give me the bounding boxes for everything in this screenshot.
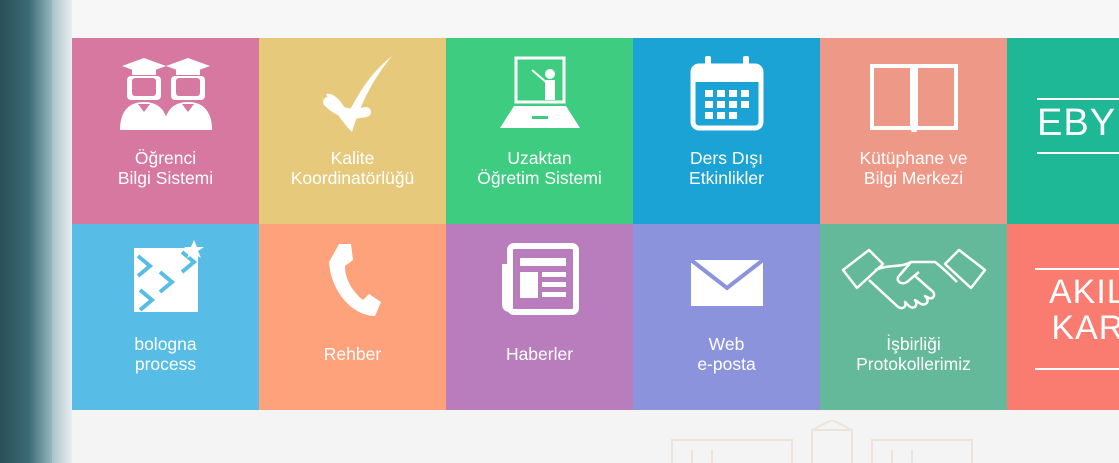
ebys-icon: EBY [1007, 38, 1119, 224]
tile-label-line: bologna [134, 334, 197, 354]
tile-ebys[interactable]: EBY [1007, 38, 1119, 224]
tile-kutuphane[interactable]: Kütüphane ve Bilgi Merkezi [820, 38, 1007, 224]
tile-label-line: Ders Dışı [690, 148, 763, 168]
tile-label-line: Uzaktan [507, 148, 572, 168]
teacher-board-icon [446, 52, 633, 136]
tile-akil-kar[interactable]: AKIL KAR [1007, 224, 1119, 410]
tile-rehber[interactable]: Rehber [259, 224, 446, 410]
tile-ders-disi-etkinlikler[interactable]: Ders Dışı Etkinlikler [633, 38, 820, 224]
ebys-text: EBY [1037, 102, 1117, 144]
newspaper-icon [446, 238, 633, 322]
tile-label-line: Kütüphane ve [859, 148, 968, 168]
book-icon [820, 52, 1007, 136]
left-shadow-edge [52, 0, 72, 463]
checkmark-icon [259, 52, 446, 136]
phone-icon [259, 238, 446, 322]
tile-uzaktan-ogretim[interactable]: Uzaktan Öğretim Sistemi [446, 38, 633, 224]
tile-label-line: Öğretim Sistemi [477, 168, 602, 188]
tile-label-line: e-posta [697, 354, 756, 374]
tile-kalite-koordinatorlugu[interactable]: Kalite Koordinatörlüğü [259, 38, 446, 224]
tile-label-line: Öğrenci [134, 148, 197, 168]
quick-links-grid: Öğrenci Bilgi Sistemi Kalite Koordinatör… [72, 38, 1119, 410]
main-content: Öğrenci Bilgi Sistemi Kalite Koordinatör… [72, 0, 1119, 463]
akil-icon: AKIL KAR [1007, 224, 1119, 410]
bologna-icon [72, 238, 259, 322]
tile-label-line: Bilgi Merkezi [863, 168, 964, 188]
calendar-icon [633, 52, 820, 136]
graduates-icon [72, 52, 259, 136]
tile-label-line: Rehber [323, 344, 382, 364]
top-bar [72, 0, 1119, 38]
left-background-strip [0, 0, 52, 463]
tile-ogrenci-bilgi-sistemi[interactable]: Öğrenci Bilgi Sistemi [72, 38, 259, 224]
tile-haberler[interactable]: Haberler [446, 224, 633, 410]
tile-label-line: Etkinlikler [689, 168, 764, 188]
tile-label-line: Kalite [330, 148, 375, 168]
tile-label-line: Haberler [505, 344, 574, 364]
tile-isbirligi[interactable]: İşbirliği Protokollerimiz [820, 224, 1007, 410]
tile-label-line: Koordinatörlüğü [290, 168, 415, 188]
tile-label-line: process [134, 354, 197, 374]
envelope-icon [633, 238, 820, 322]
akil-text: AKIL KAR [1049, 273, 1119, 347]
tile-bologna[interactable]: bologna process [72, 224, 259, 410]
tile-label-line: Web [708, 334, 745, 354]
tile-label-line: İşbirliği [886, 334, 941, 354]
tile-label-line: Bilgi Sistemi [117, 168, 214, 188]
tile-label-line: Protokollerimiz [856, 354, 971, 374]
tile-web-eposta[interactable]: Web e-posta [633, 224, 820, 410]
building-watermark-icon [671, 420, 973, 463]
handshake-icon [820, 238, 1007, 322]
